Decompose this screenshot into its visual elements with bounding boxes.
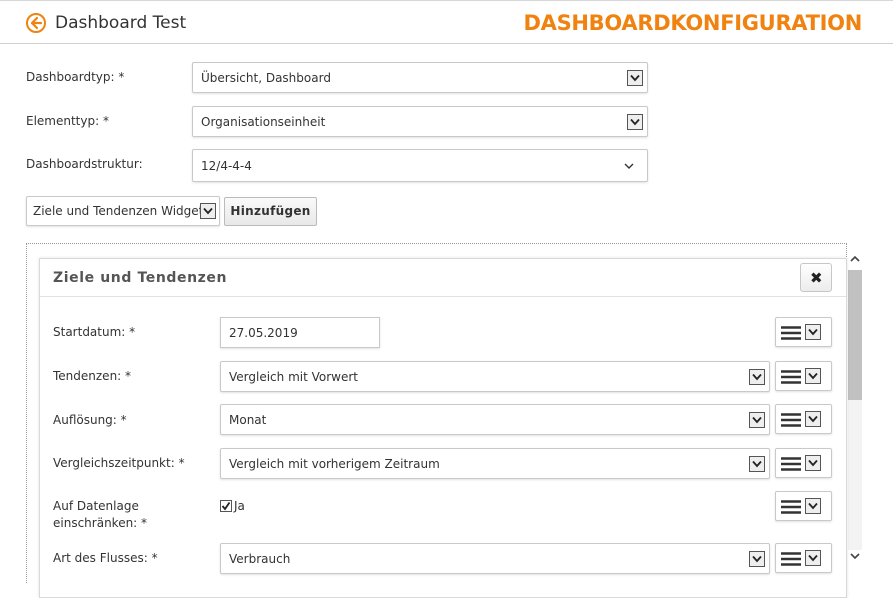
chevron-down-icon — [627, 113, 643, 130]
widget-select-value: Ziele und Tendenzen Widget — [33, 204, 204, 218]
element-type-label: Elementtyp: * — [26, 114, 109, 128]
chevron-down-icon — [749, 455, 765, 472]
checkmark-icon — [221, 501, 231, 511]
chevron-down-icon — [805, 368, 821, 384]
element-type-select[interactable]: Organisationseinheit — [192, 106, 648, 137]
dashboard-type-value: Übersicht, Dashboard — [201, 70, 331, 85]
structure-value: 12/4-4-4 — [201, 158, 252, 173]
trends-select[interactable]: Vergleich mit Vorwert — [220, 361, 770, 392]
restrict-checkbox[interactable] — [220, 500, 232, 512]
comparison-label: Vergleichszeitpunkt: * — [53, 456, 185, 470]
close-widget-button[interactable]: ✖ — [800, 263, 832, 292]
hamburger-menu-icon — [781, 500, 801, 514]
widget-header: Ziele und Tendenzen ✖ — [40, 259, 846, 297]
resolution-value: Monat — [229, 412, 267, 427]
hamburger-menu-icon — [781, 413, 801, 427]
element-type-value: Organisationseinheit — [201, 114, 326, 129]
close-x-icon: ✖ — [810, 269, 823, 287]
field-options-button[interactable] — [775, 361, 832, 391]
scroll-down-icon[interactable] — [849, 550, 861, 562]
structure-select[interactable]: 12/4-4-4 — [192, 149, 648, 182]
restrict-label-line1: Auf Datenlage — [53, 499, 139, 513]
chevron-down-icon — [805, 455, 821, 471]
scrollbar-thumb[interactable] — [848, 270, 862, 400]
chevron-down-icon — [627, 69, 643, 86]
hamburger-menu-icon — [781, 552, 801, 566]
resolution-select[interactable]: Monat — [220, 404, 770, 435]
start-date-label: Startdatum: * — [53, 325, 136, 339]
hamburger-menu-icon — [781, 457, 801, 471]
field-options-button[interactable] — [775, 543, 832, 573]
chevron-down-icon — [805, 498, 821, 514]
goals-trends-widget: Ziele und Tendenzen ✖ Startdatum: * 27.0… — [39, 258, 847, 598]
add-widget-button[interactable]: Hinzufügen — [224, 197, 317, 226]
chevron-down-icon — [624, 163, 634, 169]
restrict-label-line2: einschränken: * — [53, 516, 148, 530]
hamburger-menu-icon — [781, 326, 801, 340]
scroll-up-icon[interactable] — [849, 253, 861, 265]
app-title: Dashboard Test — [55, 13, 187, 33]
arrow-left-circle-icon[interactable] — [25, 12, 47, 34]
trends-value: Vergleich mit Vorwert — [229, 369, 358, 384]
dashboard-type-label: Dashboardtyp: * — [26, 70, 125, 84]
chevron-down-icon — [200, 203, 216, 219]
hamburger-menu-icon — [781, 370, 801, 384]
header-bar: Dashboard Test DASHBOARDKONFIGURATION — [0, 4, 893, 44]
flow-type-label: Art des Flusses: * — [53, 551, 158, 565]
page-heading: DASHBOARDKONFIGURATION — [523, 11, 863, 35]
start-date-value: 27.05.2019 — [229, 325, 298, 340]
resolution-label: Auflösung: * — [53, 413, 127, 427]
field-options-button[interactable] — [775, 404, 832, 434]
comparison-value: Vergleich mit vorherigem Zeitraum — [229, 456, 440, 471]
widget-select[interactable]: Ziele und Tendenzen Widget — [26, 196, 220, 226]
chevron-down-icon — [805, 324, 821, 340]
field-options-button[interactable] — [775, 317, 832, 347]
widget-title: Ziele und Tendenzen — [53, 270, 228, 286]
start-date-input[interactable]: 27.05.2019 — [220, 317, 380, 348]
scrollbar[interactable] — [847, 250, 863, 570]
field-options-button[interactable] — [775, 448, 832, 478]
comparison-select[interactable]: Vergleich mit vorherigem Zeitraum — [220, 448, 770, 479]
chevron-down-icon — [749, 411, 765, 428]
field-options-button[interactable] — [775, 491, 832, 521]
trends-label: Tendenzen: * — [53, 369, 132, 383]
flow-type-select[interactable]: Verbrauch — [220, 543, 770, 574]
structure-label: Dashboardstruktur: — [26, 157, 143, 171]
restrict-value: Ja — [234, 499, 245, 513]
dashboard-type-select[interactable]: Übersicht, Dashboard — [192, 62, 648, 93]
chevron-down-icon — [805, 550, 821, 566]
flow-type-value: Verbrauch — [229, 551, 291, 566]
chevron-down-icon — [749, 550, 765, 567]
chevron-down-icon — [749, 368, 765, 385]
chevron-down-icon — [805, 411, 821, 427]
